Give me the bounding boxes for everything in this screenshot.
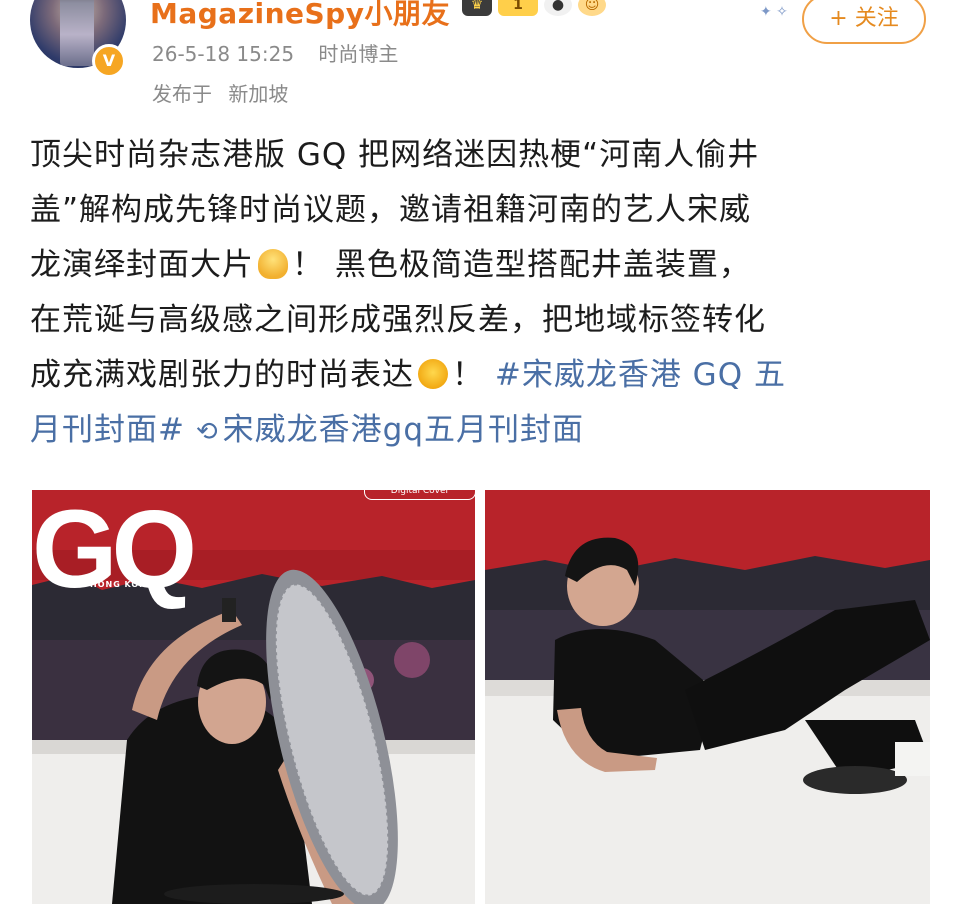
lightbulb-person-icon [258,249,288,279]
search-link-label: 宋威龙香港gq五月刊封面 [222,412,584,448]
post-location: 发布于 新加坡 [152,78,298,107]
hong-kong-label: HONG KONG [90,580,155,589]
panda-badge-icon[interactable]: ● [544,0,572,16]
level-badge-icon[interactable]: 1 [498,0,538,16]
post-text-span: 成充满戏剧张力的时尚表达 [30,357,414,393]
sparkle-icon: ✦ ✧ [760,4,788,20]
post-line: 顶尖时尚杂志港版 GQ 把网络迷因热梗“河南人偷井 [30,137,760,173]
cover-photo-right[interactable] [485,490,930,904]
post-text-span: ！ 黑色极简造型搭配井盖装置， [292,247,751,283]
post-line: 龙演绎封面大片 ！ 黑色极简造型搭配井盖装置， [30,238,930,293]
avatar-figure [60,0,94,66]
post-line: 月刊封面# ⟲ 宋威龙香港gq五月刊封面 [30,403,930,460]
crown-badge-icon[interactable]: ♛ [462,0,492,16]
post-text-span: ！ [452,357,484,393]
hashtag-link[interactable]: 月刊封面# [30,412,185,448]
verified-badge-icon: V [92,44,126,78]
location-name: 新加坡 [228,82,289,106]
post-text-span: 龙演绎封面大片 [30,247,254,283]
post-line: 在荒诞与高级感之间形成强烈反差，把地域标签转化 [30,302,766,338]
user-type-label: 时尚博主 [318,42,399,66]
search-link[interactable]: ⟲ 宋威龙香港gq五月刊封面 [196,412,584,448]
post-line: 盖”解构成先锋时尚议题，邀请祖籍河南的艺人宋威 [30,192,752,228]
surprised-face-icon [418,359,448,389]
follow-button[interactable]: + 关注 [802,0,926,44]
post-line: 成充满戏剧张力的时尚表达 ！ #宋威龙香港 GQ 五 [30,348,930,403]
user-badges: ♛ 1 ● ☺ [462,0,606,16]
post-meta: 26-5-18 15:25 时尚博主 [152,38,416,67]
cat-badge-icon[interactable]: ☺ [578,0,606,16]
search-icon: ⟲ [195,417,219,447]
digital-cover-tag: Digital Cover [364,490,475,500]
username[interactable]: MagazineSpy小朋友 [150,0,450,32]
post-header: V MagazineSpy小朋友 ♛ 1 ● ☺ 26-5-18 15:25 时… [0,0,960,120]
hashtag-link[interactable]: #宋威龙香港 GQ 五 [495,357,786,393]
post-timestamp: 26-5-18 15:25 [152,42,295,66]
location-prefix: 发布于 [152,82,212,106]
post-text: 顶尖时尚杂志港版 GQ 把网络迷因热梗“河南人偷井 盖”解构成先锋时尚议题，邀请… [30,128,930,460]
cover-photo-right-art [485,490,930,904]
cover-photo-left[interactable]: GQ HONG KONG Digital Cover [32,490,475,904]
gq-logo: GQ [32,490,197,611]
